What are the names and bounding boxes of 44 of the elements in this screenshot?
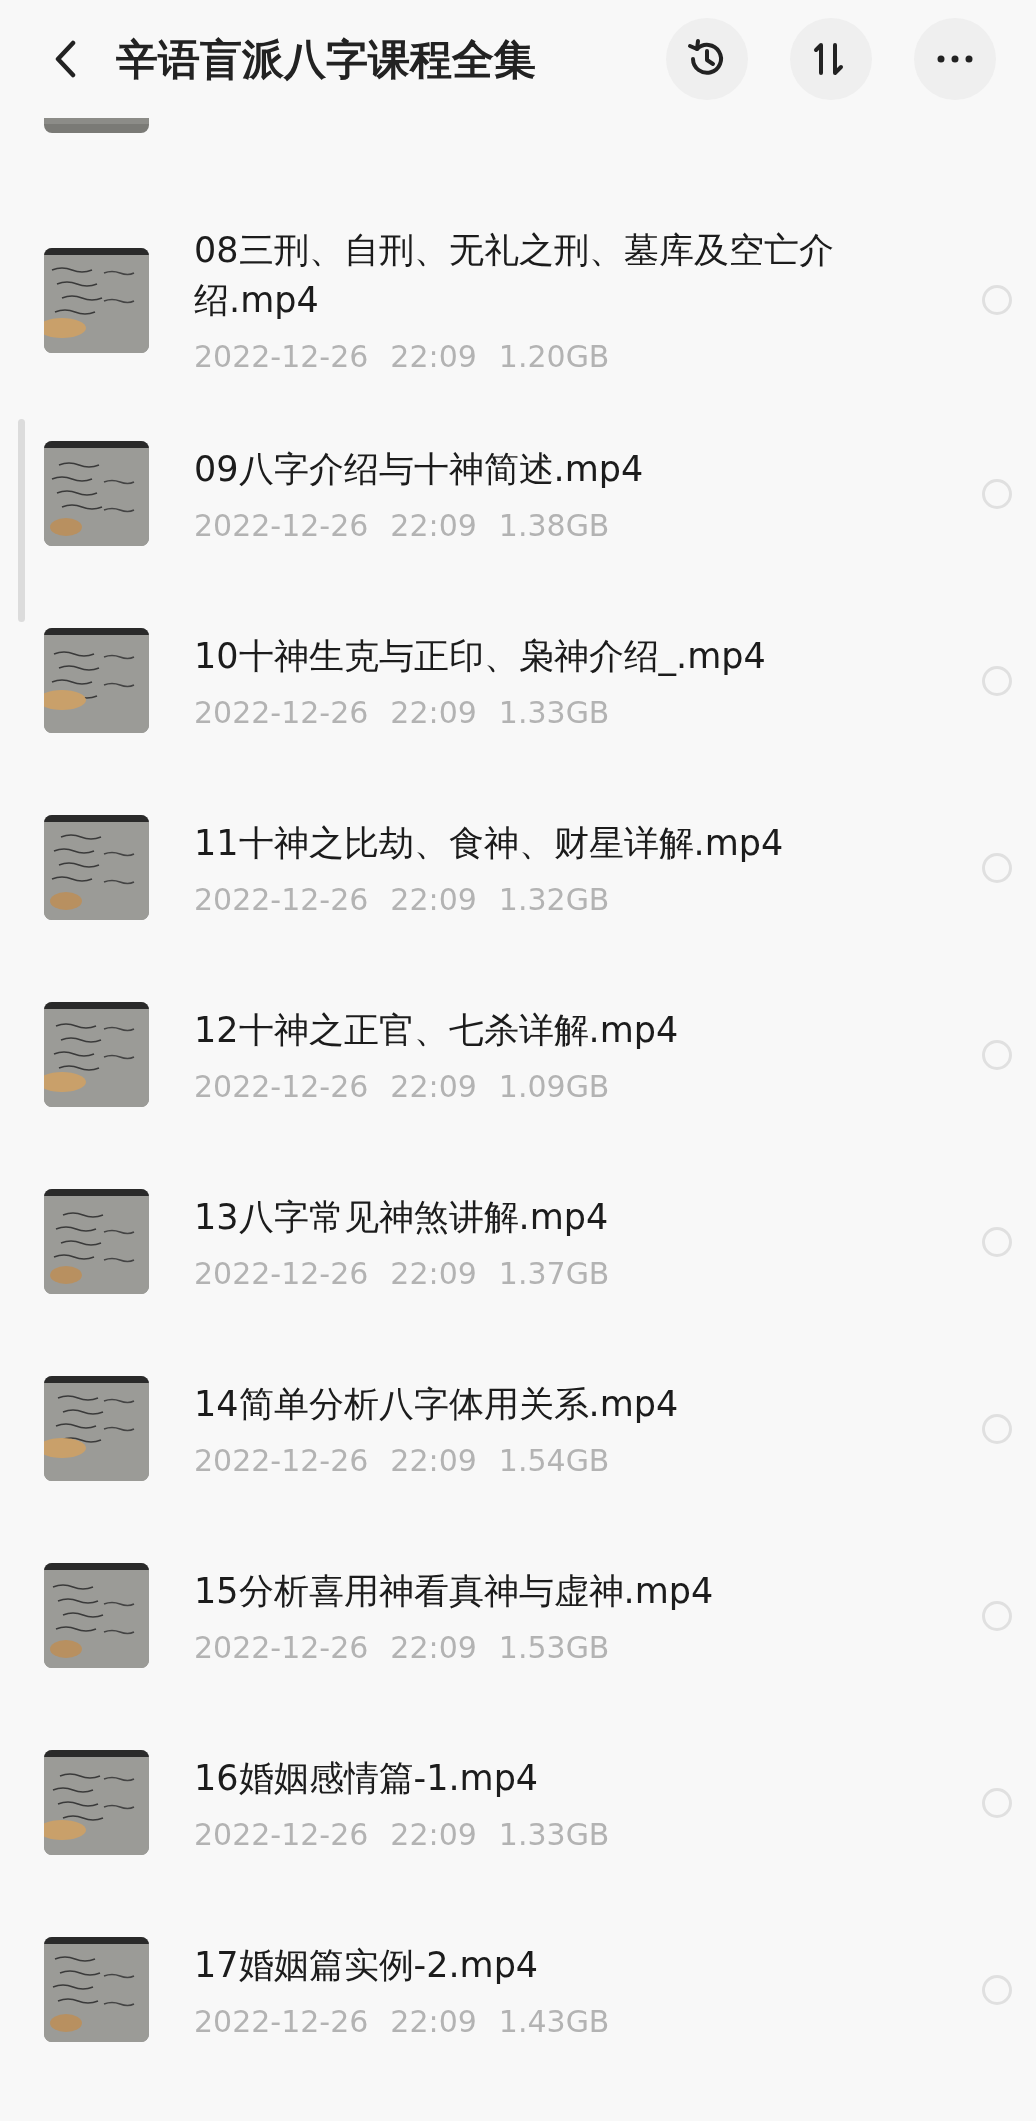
file-size: 1.43GB — [498, 2003, 610, 2040]
file-name[interactable]: 09八字介绍与十神简述.mp4 — [194, 443, 894, 494]
file-name[interactable]: 13八字常见神煞讲解.mp4 — [194, 1191, 894, 1242]
file-name[interactable]: 08三刑、自刑、无礼之刑、墓库及空亡介绍.mp4 — [194, 225, 894, 325]
page-title: 辛语盲派八字课程全集 — [116, 33, 536, 86]
scrollbar[interactable] — [18, 419, 25, 622]
file-date: 2022-12-26 — [194, 694, 369, 731]
file-size: 1.33GB — [498, 694, 610, 731]
file-time: 22:09 — [390, 1255, 477, 1292]
file-time: 22:09 — [390, 507, 477, 544]
file-name[interactable]: 10十神生克与正印、枭神介绍_.mp4 — [194, 630, 894, 681]
file-time: 22:09 — [390, 1068, 477, 1105]
file-size: 1.32GB — [498, 881, 610, 918]
file-size: 1.33GB — [498, 1816, 610, 1853]
file-name[interactable]: 14简单分析八字体用关系.mp4 — [194, 1378, 894, 1429]
file-time: 22:09 — [390, 881, 477, 918]
file-date: 2022-12-26 — [194, 2003, 369, 2040]
file-name[interactable]: 16婚姻感情篇-1.mp4 — [194, 1752, 894, 1803]
file-date: 2022-12-26 — [194, 1068, 369, 1105]
file-size: 1.38GB — [498, 507, 610, 544]
more-icon — [937, 55, 973, 63]
file-date: 2022-12-26 — [194, 1255, 369, 1292]
file-name[interactable]: 12十神之正官、七杀详解.mp4 — [194, 1004, 894, 1055]
file-name[interactable]: 15分析喜用神看真神与虚神.mp4 — [194, 1565, 894, 1616]
file-time: 22:09 — [390, 1442, 477, 1479]
file-name[interactable]: 11十神之比劫、食神、财星详解.mp4 — [194, 817, 894, 868]
file-time: 22:09 — [390, 1629, 477, 1666]
file-time: 22:09 — [390, 339, 477, 375]
file-date: 2022-12-26 — [194, 1442, 369, 1479]
file-date: 2022-12-26 — [194, 1629, 369, 1666]
file-date: 2022-12-26 — [194, 339, 369, 375]
file-size: 1.09GB — [498, 1068, 610, 1105]
file-date: 2022-12-26 — [194, 507, 369, 544]
file-size: 1.20GB — [498, 339, 610, 375]
file-name[interactable]: 17婚姻篇实例-2.mp4 — [194, 1939, 894, 1990]
file-date: 2022-12-26 — [194, 881, 369, 918]
file-size: 1.54GB — [498, 1442, 610, 1479]
back-icon — [54, 40, 76, 78]
file-time: 22:09 — [390, 2003, 477, 2040]
file-size: 1.37GB — [498, 1255, 610, 1292]
file-time: 22:09 — [390, 694, 477, 731]
file-time: 22:09 — [390, 1816, 477, 1853]
file-size: 1.53GB — [498, 1629, 610, 1666]
file-date: 2022-12-26 — [194, 1816, 369, 1853]
